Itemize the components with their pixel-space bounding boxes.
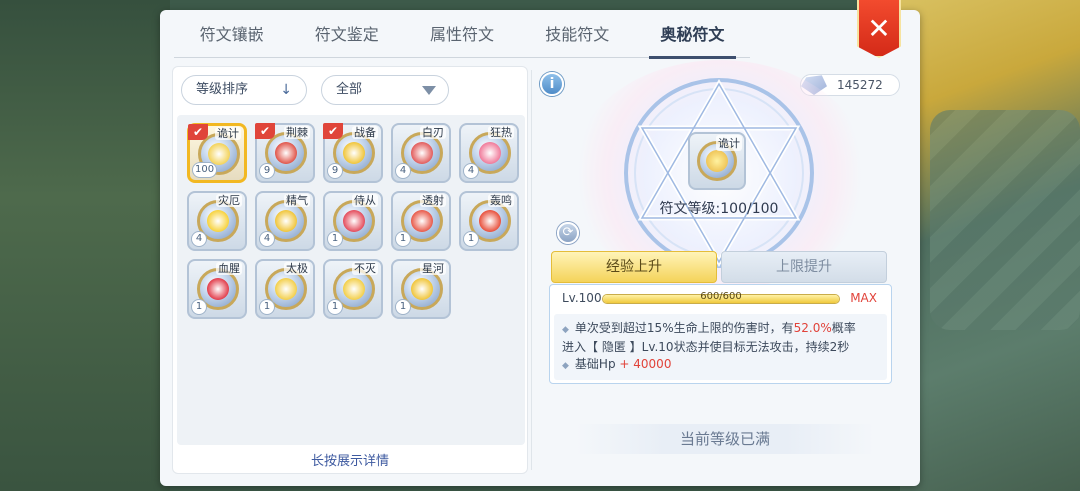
rune-slot[interactable]: 轰鸣 1 [459, 191, 519, 251]
rune-grid: 诡计 100 ✔ 荆棘 9 ✔ 战备 9 ✔ 白刃 4 狂热 4 灾厄 4 精气 4 侍从 1 透射 1 轰鸣 1 血腥 1 太极… [177, 115, 525, 445]
rune-name: 侍从 [352, 194, 378, 207]
rune-symbol-icon [343, 210, 365, 232]
rune-symbol-icon [275, 210, 297, 232]
rune-slot[interactable]: 星河 1 [391, 259, 451, 319]
selected-rune-icon: 诡计 [688, 132, 746, 190]
rune-slot[interactable]: 侍从 1 [323, 191, 383, 251]
tab-skill-rune[interactable]: 技能符文 [520, 16, 635, 57]
rune-detail-box: Lv.100 600/600 MAX ◆ 单次受到超过15%生命上限的伤害时，有5… [549, 284, 892, 384]
rune-symbol-icon [343, 142, 365, 164]
rune-slot[interactable]: 白刃 4 [391, 123, 451, 183]
exp-up-button[interactable]: 经验上升 [551, 251, 717, 283]
rune-slot[interactable]: 诡计 100 ✔ [187, 123, 247, 183]
rune-name: 狂热 [488, 126, 514, 139]
rune-symbol-icon [411, 142, 433, 164]
tab-bar: 符文镶嵌 符文鉴定 属性符文 技能符文 奥秘符文 [174, 16, 750, 59]
rune-description: ◆ 单次受到超过15%生命上限的伤害时，有52.0%概率 进入【 隐匿 】Lv.1… [554, 314, 887, 380]
info-icon[interactable]: i [540, 72, 564, 96]
rune-slot[interactable]: 透射 1 [391, 191, 451, 251]
rune-name: 精气 [284, 194, 310, 207]
desc-line-1b: 进入【 隐匿 】Lv.10状态并使目标无法攻击，持续2秒 [562, 340, 850, 354]
desc-line-1: ◆ 单次受到超过15%生命上限的伤害时，有52.0%概率 [562, 321, 856, 335]
equipped-check-icon: ✔ [255, 123, 275, 139]
rune-level-badge: 9 [327, 163, 343, 179]
desc-line-2: ◆ 基础Hp + 40000 [562, 357, 672, 371]
rune-level-badge: 4 [395, 163, 411, 179]
rune-level-badge: 1 [395, 299, 411, 315]
rune-level-badge: 1 [191, 299, 207, 315]
rune-name: 太极 [284, 262, 310, 275]
rune-slot[interactable]: 精气 4 [255, 191, 315, 251]
rune-symbol-icon [479, 142, 501, 164]
rune-name: 白刃 [420, 126, 446, 139]
tab-rune-appraise[interactable]: 符文鉴定 [289, 16, 404, 57]
diamond-bullet-icon: ◆ [562, 325, 569, 335]
sort-arrow-icon: ↓ [280, 82, 292, 98]
tab-arcane-rune[interactable]: 奥秘符文 [635, 16, 750, 59]
rune-level-label: 符文等级:100/100 [659, 201, 779, 217]
rune-symbol-icon [207, 210, 229, 232]
currency-amount: 145272 [837, 78, 883, 92]
rune-name: 诡计 [215, 127, 241, 140]
rune-slot[interactable]: 太极 1 [255, 259, 315, 319]
rune-level-badge: 4 [259, 231, 275, 247]
chevron-down-icon [422, 86, 436, 95]
sort-label: 等级排序 [196, 82, 249, 97]
close-icon: ✕ [867, 11, 891, 45]
diamond-bullet-icon: ◆ [562, 361, 569, 371]
rune-name: 战备 [352, 126, 378, 139]
refresh-icon[interactable]: ⟳ [557, 222, 579, 244]
rune-slot[interactable]: 不灭 1 [323, 259, 383, 319]
sort-dropdown[interactable]: 等级排序 ↓ [181, 75, 307, 105]
rune-list-area: 等级排序 ↓ 全部 诡计 100 ✔ 荆棘 9 ✔ 战备 9 ✔ 白刃 4 狂热 4 灾厄 4 精气 4 侍从 1 透… [172, 66, 528, 474]
rune-level-badge: 1 [395, 231, 411, 247]
rune-slot[interactable]: 战备 9 ✔ [323, 123, 383, 183]
level-text: Lv.100 [562, 291, 602, 305]
rune-name: 透射 [420, 194, 446, 207]
rune-symbol-icon [411, 278, 433, 300]
equipped-check-icon: ✔ [323, 123, 343, 139]
tab-attribute-rune[interactable]: 属性符文 [404, 16, 519, 57]
max-level-status: 当前等级已满 [575, 424, 875, 454]
rune-name: 灾厄 [216, 194, 242, 207]
rune-level-badge: 9 [259, 163, 275, 179]
rune-level-badge: 1 [259, 299, 275, 315]
max-label: MAX [850, 291, 877, 305]
rune-symbol-icon [207, 278, 229, 300]
filter-dropdown[interactable]: 全部 [321, 75, 449, 105]
close-button[interactable]: ✕ [857, 0, 901, 58]
rune-slot[interactable]: 狂热 4 [459, 123, 519, 183]
exp-text: 600/600 [700, 291, 742, 302]
rune-level-badge: 1 [327, 299, 343, 315]
rune-name: 血腥 [216, 262, 242, 275]
rune-level-badge: 1 [327, 231, 343, 247]
background-left [0, 0, 170, 491]
rune-level-badge: 4 [191, 231, 207, 247]
divider [531, 70, 532, 470]
rune-level-badge: 100 [192, 162, 218, 178]
background-right [900, 0, 1080, 491]
equipped-check-icon: ✔ [188, 124, 208, 140]
rune-slot[interactable]: 血腥 1 [187, 259, 247, 319]
rune-symbol-icon [411, 210, 433, 232]
rune-name: 不灭 [352, 262, 378, 275]
rune-symbol-icon [479, 210, 501, 232]
filter-label: 全部 [336, 82, 363, 97]
tab-rune-inlay[interactable]: 符文镶嵌 [174, 16, 289, 57]
rune-slot[interactable]: 灾厄 4 [187, 191, 247, 251]
rune-symbol-icon [275, 278, 297, 300]
rune-name: 荆棘 [284, 126, 310, 139]
limit-up-button[interactable]: 上限提升 [721, 251, 887, 283]
rune-symbol-icon [343, 278, 365, 300]
rune-level-badge: 1 [463, 231, 479, 247]
rune-name: 轰鸣 [488, 194, 514, 207]
rune-symbol-icon [275, 142, 297, 164]
rune-slot[interactable]: 荆棘 9 ✔ [255, 123, 315, 183]
rune-level-badge: 4 [463, 163, 479, 179]
long-press-hint: 长按展示详情 [310, 454, 389, 469]
selected-rune-name: 诡计 [716, 135, 742, 151]
rune-name: 星河 [420, 262, 446, 275]
